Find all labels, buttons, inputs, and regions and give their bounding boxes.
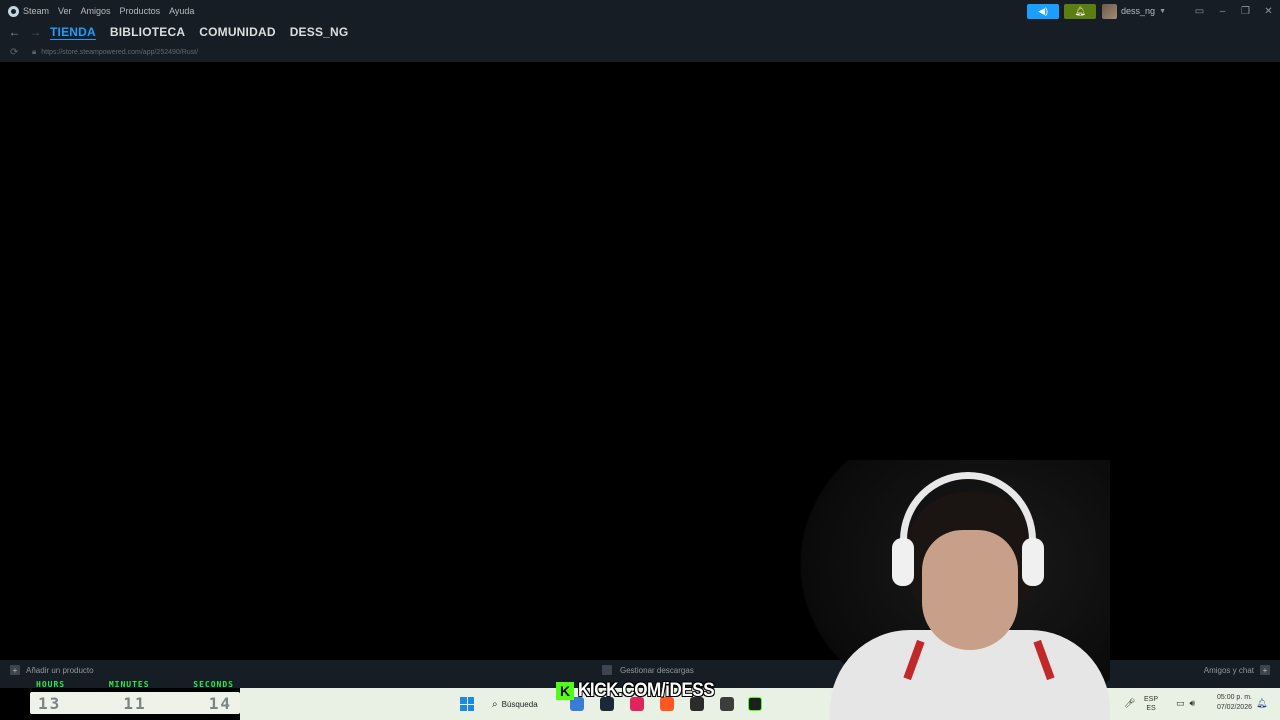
url-bar: ⟳ 🔒︎ https://store.steampowered.com/app/… <box>0 42 1280 62</box>
timer-digits: 13 11 14 <box>30 692 240 714</box>
timer-labels: HOURS MINUTES SECONDS <box>30 678 240 690</box>
minimize-button[interactable]: – <box>1211 0 1234 22</box>
restore-button[interactable]: ❐ <box>1234 0 1257 22</box>
timer-label-seconds: SECONDS <box>193 679 234 689</box>
restore-icon: ❐ <box>1241 5 1250 17</box>
account-username: dess_ng <box>1121 6 1156 16</box>
keyboard-layout: ES <box>1146 705 1156 712</box>
menu-steam-label: Steam <box>23 6 50 16</box>
timer-label-minutes: MINUTES <box>108 679 150 689</box>
taskbar-search-label: Búsqueda <box>501 699 538 709</box>
add-product-button[interactable]: + Añadir un producto <box>10 665 94 675</box>
timer-label-hours: HOURS <box>36 679 66 689</box>
menu-productos[interactable]: Productos <box>120 6 161 16</box>
topright-controls: ◀) 🔔︎ dess_ng ▼ ▭ – ❐ ✕ <box>1027 0 1280 22</box>
menu-ayuda[interactable]: Ayuda <box>169 6 194 16</box>
tab-comunidad[interactable]: COMUNIDAD <box>199 25 275 39</box>
manage-downloads-button[interactable]: Gestionar descargas <box>602 665 694 675</box>
back-arrow-icon[interactable]: ← <box>4 25 25 39</box>
notification-bell-icon[interactable]: 🔔︎ <box>1256 698 1267 709</box>
taskbar-clock[interactable]: 05:00 p. m. 07/02/2026 <box>1208 693 1252 713</box>
menu-amigos[interactable]: Amigos <box>81 6 111 16</box>
minimize-icon: – <box>1219 5 1226 17</box>
timer-minutes-value: 11 <box>123 693 147 713</box>
avatar <box>1102 3 1118 19</box>
manage-downloads-label: Gestionar descargas <box>620 665 694 675</box>
big-picture-button[interactable]: ▭ <box>1188 0 1211 22</box>
windows-start-icon[interactable] <box>460 697 474 711</box>
monitor-icon: ▭ <box>1194 5 1205 17</box>
tab-profile[interactable]: DESS_NG <box>290 25 349 39</box>
add-product-label: Añadir un producto <box>26 665 94 675</box>
kick-app-icon[interactable] <box>748 697 762 711</box>
language-code: ESP <box>1144 696 1159 703</box>
timer-hours-value: 13 <box>38 693 62 713</box>
kick-logo-icon: K <box>556 682 574 700</box>
account-menu[interactable]: dess_ng ▼ <box>1102 3 1174 19</box>
chat-icon: + <box>1260 665 1270 675</box>
menu-ver[interactable]: Ver <box>58 6 72 16</box>
notifications-button[interactable]: 🔔︎ <box>1064 3 1097 19</box>
url-text[interactable]: https://store.steampowered.com/app/25249… <box>41 49 198 56</box>
broadcast-button[interactable]: ◀) <box>1027 3 1060 19</box>
clock-date: 07/02/2026 <box>1216 704 1252 711</box>
language-indicator[interactable]: ESP ES <box>1144 695 1158 713</box>
download-icon <box>602 665 612 675</box>
microphone-icon[interactable]: 🎤︎ <box>1124 698 1135 709</box>
menu-steam[interactable]: Steam <box>8 5 50 17</box>
plus-icon: + <box>10 665 20 675</box>
bell-icon: 🔔︎ <box>1074 5 1086 16</box>
tab-tienda[interactable]: TIENDA <box>50 25 96 39</box>
steam-menubar: Steam Ver Amigos Productos Ayuda ◀) 🔔︎ d… <box>0 0 1280 22</box>
steam-logo-icon <box>8 5 19 17</box>
tray-status-icons[interactable]: ▭🔊︎ <box>1176 698 1200 709</box>
stream-timer-overlay: HOURS MINUTES SECONDS 13 11 14 <box>30 678 240 716</box>
megaphone-icon: ◀) <box>1038 5 1048 16</box>
close-button[interactable]: ✕ <box>1257 0 1280 22</box>
chevron-down-icon: ▼ <box>1159 7 1166 15</box>
kick-url-text: KICK.COM/iDESS <box>578 680 715 701</box>
kick-watermark: K KICK.COM/iDESS <box>556 680 729 702</box>
taskbar-search[interactable]: ⌕ Búsqueda <box>492 693 554 715</box>
clock-time: 05:00 p. m. <box>1216 694 1252 701</box>
friends-chat-label: Amigos y chat <box>1203 665 1254 675</box>
windows-taskbar: ⌕ Búsqueda 🎤︎ ESP ES ▭🔊︎ 05:00 p. m. 07/… <box>240 688 1280 720</box>
search-icon: ⌕ <box>492 698 498 710</box>
tab-biblioteca[interactable]: BIBLIOTECA <box>110 25 185 39</box>
forward-arrow-icon[interactable]: → <box>25 25 46 39</box>
steam-navbar: ← → TIENDA BIBLIOTECA COMUNIDAD DESS_NG <box>0 22 1280 42</box>
close-icon: ✕ <box>1264 5 1273 17</box>
headphone-ear-right <box>1022 538 1044 586</box>
reload-icon[interactable]: ⟳ <box>10 47 24 58</box>
lock-icon: 🔒︎ <box>32 47 37 56</box>
friends-chat-button[interactable]: Amigos y chat + <box>1204 665 1270 675</box>
headphone-ear-left <box>892 538 914 586</box>
timer-seconds-value: 14 <box>208 693 232 713</box>
webcam-overlay <box>800 460 1110 720</box>
